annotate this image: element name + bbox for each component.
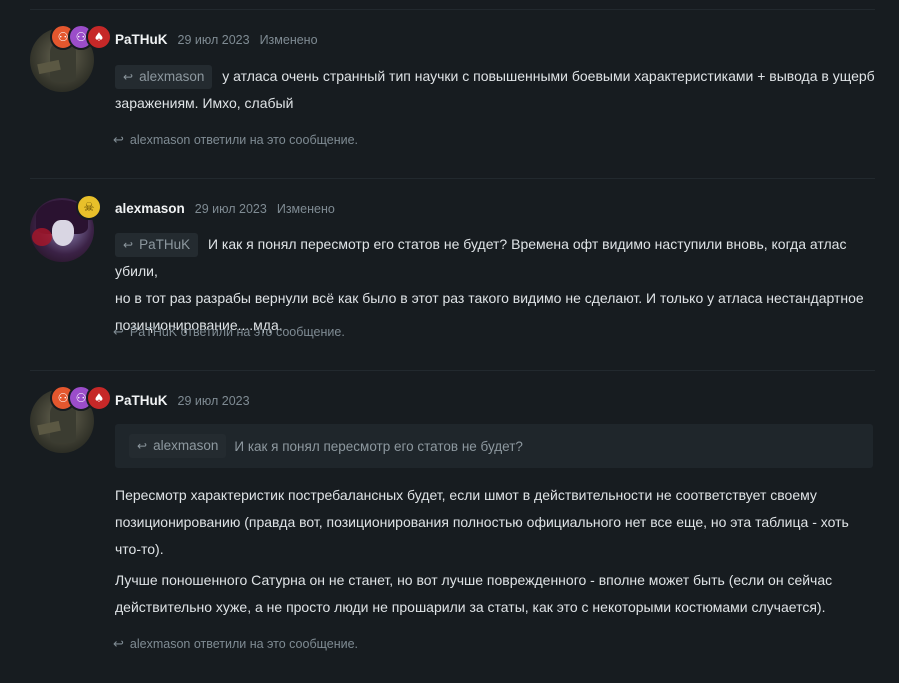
reply-arrow-icon: ↩ xyxy=(123,238,134,252)
user-badges: ⚇ ⚇ ♠ xyxy=(50,385,112,411)
post-date[interactable]: 29 июл 2023 xyxy=(195,202,267,216)
quote-user: PaTHuK xyxy=(139,237,191,252)
username[interactable]: alexmason xyxy=(115,201,185,216)
reply-arrow-icon: ↩ xyxy=(113,324,124,339)
quote-user: alexmason xyxy=(153,438,219,453)
separator xyxy=(30,370,875,371)
replied-notice[interactable]: ↩ alexmason ответили на это сообщение. xyxy=(113,132,358,148)
quote-text: И как я понял пересмотр его статов не бу… xyxy=(234,438,523,454)
replied-text[interactable]: alexmason ответили на это сообщение. xyxy=(130,133,358,147)
post-body: Пересмотр характеристик постребалансных … xyxy=(115,482,875,563)
author-avatar[interactable]: ⚇ ⚇ ♠ xyxy=(30,385,112,453)
post-text-line: действительно хуже, а не просто люди не … xyxy=(115,599,826,615)
username[interactable]: PaTHuK xyxy=(115,32,168,47)
user-badges: ⚇ ⚇ ♠ xyxy=(50,24,112,50)
quote-mention[interactable]: ↩ alexmason xyxy=(129,434,227,458)
post-body: Лучше поношенного Сатурна он не станет, … xyxy=(115,567,875,621)
post-text-line: И как я понял пересмотр его статов не бу… xyxy=(115,236,847,279)
user-badges: ☠ xyxy=(76,194,102,220)
reply-arrow-icon: ↩ xyxy=(113,132,124,147)
replied-text[interactable]: PaTHuK ответили на это сообщение. xyxy=(130,325,345,339)
edited-label: Изменено xyxy=(276,202,335,216)
quote-user: alexmason xyxy=(139,69,205,84)
post-header: PaTHuK 29 июл 2023 Изменено xyxy=(115,32,318,47)
quote-header: ↩ alexmason И как я понял пересмотр его … xyxy=(129,434,523,458)
post-text-line: у атласа очень странный тип научки с пов… xyxy=(222,68,875,84)
post-date[interactable]: 29 июл 2023 xyxy=(178,33,250,47)
post-header: PaTHuK 29 июл 2023 xyxy=(115,393,250,408)
reply-arrow-icon: ↩ xyxy=(123,70,134,84)
replied-text[interactable]: alexmason ответили на это сообщение. xyxy=(130,637,358,651)
post-text-line: заражениям. Имхо, слабый xyxy=(115,95,294,111)
post-header: alexmason 29 июл 2023 Изменено xyxy=(115,201,335,216)
author-avatar[interactable]: ⚇ ⚇ ♠ xyxy=(30,24,112,92)
post-body: ↩ alexmason у атласа очень странный тип … xyxy=(115,63,875,117)
separator-top xyxy=(30,9,875,10)
spade-icon: ♠ xyxy=(86,385,112,411)
quoted-message[interactable]: ↩ alexmason И как я понял пересмотр его … xyxy=(115,424,873,468)
spade-icon: ♠ xyxy=(86,24,112,50)
reply-arrow-icon: ↩ xyxy=(113,636,124,651)
post-text-line: но в тот раз разрабы вернули всё как был… xyxy=(115,290,864,306)
edited-label: Изменено xyxy=(259,33,318,47)
post-text-line: позиционированию (правда вот, позиционир… xyxy=(115,514,849,530)
post-text-line: что-то). xyxy=(115,541,164,557)
username[interactable]: PaTHuK xyxy=(115,393,168,408)
post-date[interactable]: 29 июл 2023 xyxy=(178,394,250,408)
post-text-line: Пересмотр характеристик постребалансных … xyxy=(115,487,817,503)
post-body: ↩ PaTHuK И как я понял пересмотр его ста… xyxy=(115,231,875,339)
skull-icon: ☠ xyxy=(76,194,102,220)
separator xyxy=(30,178,875,179)
replied-notice[interactable]: ↩ alexmason ответили на это сообщение. xyxy=(113,636,358,652)
quote-mention[interactable]: ↩ PaTHuK xyxy=(115,233,199,257)
post-text-line: Лучше поношенного Сатурна он не станет, … xyxy=(115,572,833,588)
quote-mention[interactable]: ↩ alexmason xyxy=(115,65,213,89)
reply-arrow-icon: ↩ xyxy=(137,439,148,453)
author-avatar[interactable]: ☠ xyxy=(30,194,102,262)
replied-notice[interactable]: ↩ PaTHuK ответили на это сообщение. xyxy=(113,324,345,340)
